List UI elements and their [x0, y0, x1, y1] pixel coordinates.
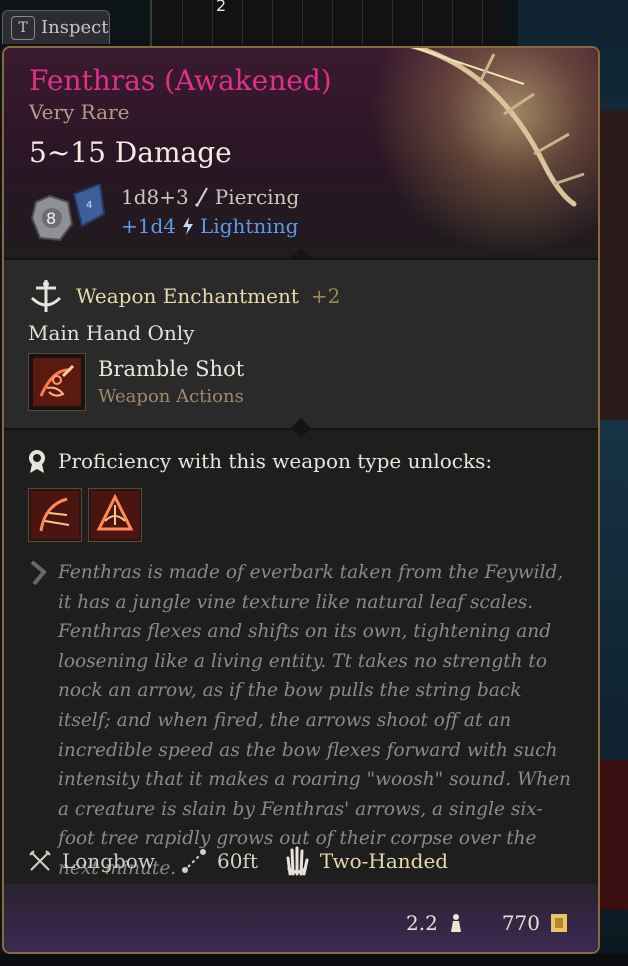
background-bottom [0, 954, 628, 966]
enchantment-label: Weapon Enchantment [76, 284, 299, 308]
action-name[interactable]: Bramble Shot [98, 357, 244, 381]
inspect-hotkey: T [11, 15, 35, 40]
dice-icon: 4 8 [30, 184, 106, 242]
proficiency-row: Proficiency with this weapon type unlock… [26, 448, 492, 474]
damage-bonus-dice: +1d4 [121, 214, 177, 238]
inspect-tab[interactable]: T Inspect [2, 10, 110, 44]
proficiency-label: Proficiency with this weapon type unlock… [58, 449, 493, 473]
damage-bonus-type: Lightning [200, 214, 299, 238]
proficiency-action-icon[interactable] [88, 488, 142, 542]
item-properties: Longbow 60ft Two-Handed [28, 846, 474, 876]
item-value: 770 [501, 911, 540, 935]
inspect-label: Inspect [41, 17, 109, 38]
weapon-enchant-icon [30, 280, 62, 312]
damage-primary-type: Piercing [214, 185, 300, 209]
item-tooltip: Fenthras (Awakened) Very Rare 5~15 Damag… [2, 46, 600, 954]
lightning-icon [183, 217, 194, 235]
enchantment-bonus: +2 [310, 284, 341, 308]
bramble-shot-icon[interactable] [28, 353, 86, 411]
background-grid: 2 [150, 0, 502, 50]
grid-count: 2 [216, 0, 227, 15]
svg-text:4: 4 [86, 200, 92, 211]
weapon-type: Longbow [62, 849, 155, 873]
damage-range: 5~15 Damage [29, 136, 232, 169]
lore-icon [30, 560, 47, 586]
property-handedness[interactable]: Two-Handed [284, 846, 448, 876]
item-description: Fenthras is made of everbark taken from … [58, 562, 571, 879]
proficiency-icon [29, 450, 45, 473]
action-category: Weapon Actions [98, 386, 244, 407]
weapon-range: 60ft [216, 849, 258, 873]
two-handed-icon [286, 846, 309, 876]
item-weight: 2.2 [406, 911, 438, 935]
gold-icon [551, 914, 567, 932]
main-hand-only: Main Hand Only [28, 321, 195, 345]
piercing-icon [194, 187, 208, 207]
damage-primary-dice: 1d8+3 [121, 185, 189, 209]
property-range[interactable]: 60ft [181, 848, 258, 874]
enchantment-row[interactable]: Weapon Enchantment +2 [28, 278, 340, 314]
damage-bonus: +1d4 Lightning [121, 214, 298, 238]
proficiency-unlocks [28, 488, 142, 542]
weight-icon [450, 914, 461, 932]
handedness: Two-Handed [319, 849, 449, 873]
proficiency-action-icon[interactable] [28, 488, 82, 542]
die-face: 8 [46, 209, 56, 228]
longbow-icon [29, 850, 51, 871]
damage-primary: 1d8+3 Piercing [121, 185, 299, 209]
range-icon [181, 849, 206, 873]
property-weapon-type[interactable]: Longbow [28, 849, 155, 873]
bow-art [409, 48, 585, 207]
item-name: Fenthras (Awakened) [29, 64, 332, 97]
item-footer: 2.2 770 [4, 884, 598, 952]
footer-stats: 2.2 770 [406, 911, 568, 935]
item-rarity: Very Rare [29, 100, 130, 124]
